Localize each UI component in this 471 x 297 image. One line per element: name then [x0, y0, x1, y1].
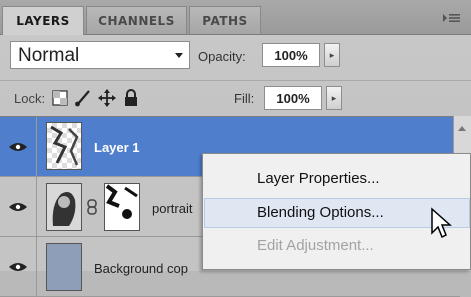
lock-all-padlock-icon[interactable]	[124, 89, 138, 112]
mouse-pointer-icon	[431, 207, 452, 239]
fill-input[interactable]: 100%	[264, 86, 322, 110]
lock-row: Lock: Fill: 100% ▸	[0, 80, 471, 117]
opacity-input[interactable]: 100%	[262, 43, 320, 67]
blend-mode-select[interactable]: Normal	[10, 41, 190, 69]
lock-label: Lock:	[14, 91, 46, 106]
layer-name[interactable]: Layer 1	[94, 140, 140, 155]
fill-label: Fill:	[234, 91, 255, 106]
chevron-down-icon	[175, 53, 183, 58]
layer-mask-thumbnail[interactable]	[104, 183, 140, 231]
fill-slider-button[interactable]: ▸	[326, 86, 342, 110]
panel-menu-icon[interactable]	[441, 10, 463, 26]
visibility-toggle[interactable]	[0, 177, 37, 236]
layer-name[interactable]: portrait	[152, 201, 192, 216]
opacity-label: Opacity:	[198, 49, 246, 64]
scroll-up-arrow-icon[interactable]	[458, 126, 466, 131]
link-chain-icon[interactable]	[86, 199, 98, 220]
lock-transparency-icon[interactable]	[52, 90, 68, 111]
layer-name[interactable]: Background cop	[94, 261, 188, 276]
blend-row: Normal Opacity: 100% ▸	[0, 35, 471, 77]
visibility-toggle[interactable]	[0, 237, 37, 296]
opacity-slider-button[interactable]: ▸	[324, 43, 340, 67]
menu-item-layer-properties[interactable]: Layer Properties...	[204, 164, 470, 194]
lock-position-move-icon[interactable]	[98, 89, 116, 112]
panel-tab-bar: LAYERS CHANNELS PATHS	[0, 0, 471, 35]
visibility-toggle[interactable]	[0, 117, 37, 176]
tab-layers[interactable]: LAYERS	[2, 6, 84, 35]
layer-thumbnail[interactable]	[46, 183, 82, 231]
blend-mode-value: Normal	[18, 45, 80, 66]
layer-thumbnail[interactable]	[46, 243, 82, 291]
eye-icon	[9, 262, 27, 271]
tab-channels[interactable]: CHANNELS	[86, 6, 187, 34]
eye-icon	[9, 142, 27, 151]
eye-icon	[9, 202, 27, 211]
layer-thumbnail[interactable]	[46, 122, 82, 170]
lock-pixels-brush-icon[interactable]	[74, 89, 92, 112]
tab-paths[interactable]: PATHS	[189, 6, 261, 34]
